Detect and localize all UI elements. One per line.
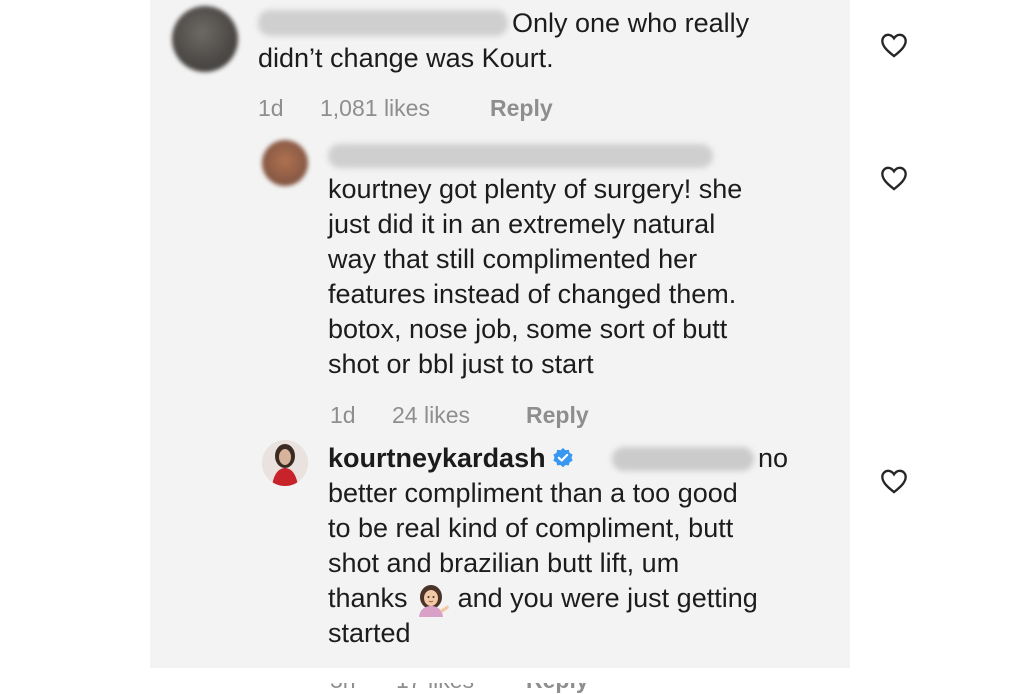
kourtneykardash-avatar[interactable] (262, 440, 308, 486)
heart-outline-icon[interactable] (880, 468, 908, 494)
reply-button[interactable]: Reply (526, 402, 589, 429)
comment-text-with-emoji: thanks and you were just getting (328, 581, 758, 617)
blurred-username[interactable] (258, 10, 508, 36)
comment-text: kourtney got plenty of surgery! she just… (328, 174, 743, 379)
heart-outline-icon[interactable] (880, 32, 908, 58)
like-count[interactable]: 1,081 likes (320, 95, 430, 122)
comment-text: better compliment than a too good (328, 478, 738, 508)
commenter-avatar[interactable] (262, 140, 308, 186)
comment-text: Only one who really (512, 8, 750, 38)
comment-text: to be real kind of compliment, butt (328, 513, 734, 543)
comment-text: thanks (328, 583, 408, 613)
bottom-crop-edge (0, 668, 1024, 683)
woman-tipping-hand-emoji (418, 584, 449, 617)
comment-text: no (758, 443, 789, 473)
comment-text: didn’t change was Kourt. (258, 43, 554, 73)
reply-button[interactable]: Reply (490, 95, 553, 122)
username-link[interactable]: kourtneykardash (328, 443, 546, 473)
verified-badge-icon (552, 447, 573, 468)
comment-text: shot and brazilian butt lift, um (328, 548, 680, 578)
like-count[interactable]: 24 likes (392, 402, 470, 429)
heart-outline-icon[interactable] (880, 165, 908, 191)
comment-first-line: kourtneykardash (328, 441, 574, 476)
comment-text: and you were just getting (457, 583, 758, 613)
commenter-avatar[interactable] (172, 6, 238, 72)
blurred-mention[interactable] (612, 447, 754, 471)
blurred-username[interactable] (328, 144, 713, 168)
comment-text: started (328, 618, 411, 648)
profile-photo-icon (262, 440, 308, 486)
comment-time: 1d (330, 402, 356, 428)
comment-time: 1d (258, 95, 284, 121)
